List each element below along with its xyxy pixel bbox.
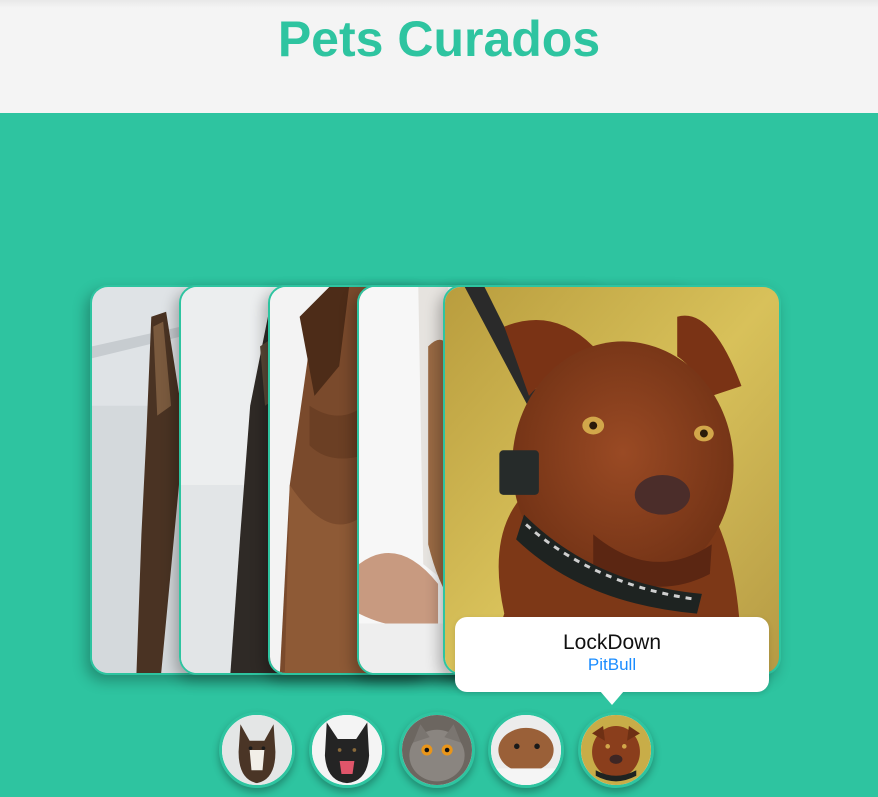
thumbnail-1[interactable] [219, 712, 295, 788]
header-top-strip [0, 0, 878, 8]
brindle-dog-thumb [222, 715, 292, 785]
pet-breed: PitBull [587, 655, 637, 674]
thumbnail-2[interactable] [309, 712, 385, 788]
selected-pet-tooltip: LockDown PitBull [455, 617, 769, 705]
tooltip-arrow [600, 691, 624, 705]
brown-pitbull-photo [445, 287, 779, 673]
black-dog-thumb [312, 715, 382, 785]
gray-cat-thumb [402, 715, 472, 785]
guinea-pig-thumb [491, 715, 561, 785]
thumbnail-3[interactable] [399, 712, 475, 788]
page-header: Pets Curados [0, 0, 878, 113]
page-title: Pets Curados [277, 11, 601, 67]
thumbnail-5[interactable] [578, 712, 654, 788]
pitbull-thumb [581, 715, 651, 785]
thumbnail-4[interactable] [488, 712, 564, 788]
thumbnail-strip [0, 712, 878, 792]
pet-name: LockDown [562, 631, 662, 654]
